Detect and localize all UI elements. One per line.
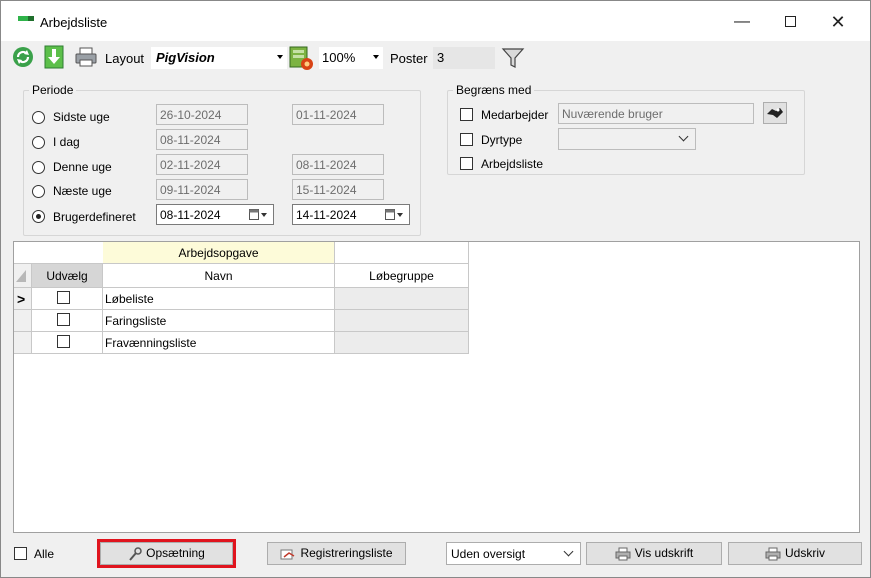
zoom-combo[interactable]: 100% [319, 47, 383, 69]
medarbejder-checkbox[interactable] [460, 108, 473, 121]
chevron-down-icon [563, 546, 574, 557]
radio-naeste-uge[interactable] [32, 185, 45, 198]
radio-sidste-uge[interactable] [32, 111, 45, 124]
registreringsliste-label: Registreringsliste [300, 546, 393, 560]
report-icon [280, 549, 295, 560]
layout-value: PigVision [156, 50, 215, 65]
i-dag-date: 08-11-2024 [156, 129, 248, 150]
maximize-button[interactable] [767, 7, 813, 37]
filter-icon[interactable] [501, 46, 525, 70]
medarbejder-label: Medarbejder [481, 108, 549, 122]
dyrtype-select [558, 128, 696, 150]
layout-settings-icon[interactable] [288, 45, 314, 70]
column-header-lobegruppe[interactable]: Løbegruppe [335, 264, 469, 288]
udskriv-button[interactable]: Udskriv [728, 542, 862, 565]
band-header-arbejdsopgave: Arbejdsopgave [103, 242, 335, 264]
row-select-checkbox[interactable] [57, 291, 70, 304]
layout-label: Layout [105, 51, 145, 66]
arbejdsliste-label: Arbejdsliste [481, 157, 544, 171]
dyrtype-label: Dyrtype [481, 133, 523, 147]
calendar-dropdown-icon[interactable] [249, 208, 267, 221]
row-select-checkbox[interactable] [57, 313, 70, 326]
row-lobegruppe[interactable] [335, 332, 469, 354]
brugerdefineret-to-value: 14-11-2024 [296, 208, 357, 222]
naeste-uge-from: 09-11-2024 [156, 179, 248, 200]
arbejdsliste-window: Arbejdsliste — ✕ Layout PigVision 100% P… [0, 0, 871, 578]
radio-denne-uge[interactable] [32, 161, 45, 174]
label-i-dag: I dag [53, 135, 80, 149]
row-navn[interactable]: Løbeliste [103, 288, 335, 310]
row-navn[interactable]: Fravænningsliste [103, 332, 335, 354]
denne-uge-from: 02-11-2024 [156, 154, 248, 175]
naeste-uge-to: 15-11-2024 [292, 179, 384, 200]
oversigt-select[interactable]: Uden oversigt [446, 542, 581, 565]
medarbejder-field: Nuværende bruger [558, 103, 754, 124]
select-user-button[interactable] [763, 102, 787, 124]
row-lobegruppe[interactable] [335, 310, 469, 332]
table-row [32, 332, 103, 354]
vis-udskrift-button[interactable]: Vis udskrift [586, 542, 722, 565]
radio-brugerdefineret[interactable] [32, 210, 45, 223]
udskriv-label: Udskriv [784, 546, 825, 560]
poster-count: 3 [433, 47, 495, 69]
handshake-icon [767, 108, 783, 118]
chevron-down-icon [678, 131, 689, 142]
printer-icon[interactable] [74, 45, 98, 69]
zoom-value: 100% [322, 50, 356, 65]
row-lobegruppe[interactable] [335, 288, 469, 310]
highlight-box [97, 539, 236, 568]
row-header [14, 332, 32, 354]
radio-i-dag[interactable] [32, 136, 45, 149]
table-row [32, 288, 103, 310]
column-header-navn[interactable]: Navn [103, 264, 335, 288]
sidste-uge-from: 26-10-2024 [156, 104, 248, 125]
close-button[interactable]: ✕ [815, 7, 861, 37]
row-navn[interactable]: Faringsliste [103, 310, 335, 332]
corner-select-all[interactable] [14, 264, 32, 288]
registreringsliste-button[interactable]: Registreringsliste [267, 542, 406, 565]
oversigt-value: Uden oversigt [451, 547, 526, 561]
vis-udskrift-label: Vis udskrift [634, 546, 694, 560]
layout-combo[interactable]: PigVision [151, 47, 287, 69]
current-row-indicator: > [14, 288, 32, 310]
print-preview-icon [615, 547, 631, 561]
row-header [14, 310, 32, 332]
alle-checkbox[interactable] [14, 547, 27, 560]
calendar-dropdown-icon[interactable] [385, 208, 403, 221]
brugerdefineret-to[interactable]: 14-11-2024 [292, 204, 410, 225]
chevron-down-icon [277, 55, 283, 59]
periode-legend: Periode [32, 83, 74, 97]
row-select-checkbox[interactable] [57, 335, 70, 348]
refresh-icon[interactable] [11, 45, 35, 69]
label-denne-uge: Denne uge [53, 160, 112, 174]
title-bar: Arbejdsliste — ✕ [1, 1, 870, 41]
sidste-uge-to: 01-11-2024 [292, 104, 384, 125]
alle-label: Alle [34, 547, 55, 561]
label-brugerdefineret: Brugerdefineret [53, 210, 136, 224]
printer-icon [765, 547, 781, 561]
column-header-udvaelg[interactable]: Udvælg [32, 264, 103, 288]
table-row [32, 310, 103, 332]
chevron-down-icon [373, 55, 379, 59]
begraens-legend: Begræns med [456, 83, 532, 97]
brugerdefineret-from[interactable]: 08-11-2024 [156, 204, 274, 225]
minimize-button[interactable]: — [719, 7, 765, 37]
window-title: Arbejdsliste [40, 15, 108, 30]
app-icon [18, 16, 34, 21]
poster-label: Poster [390, 51, 428, 66]
arbejdsliste-checkbox[interactable] [460, 157, 473, 170]
label-sidste-uge: Sidste uge [53, 110, 110, 124]
label-naeste-uge: Næste uge [53, 184, 112, 198]
download-arrow-icon[interactable] [43, 45, 65, 69]
denne-uge-to: 08-11-2024 [292, 154, 384, 175]
brugerdefineret-from-value: 08-11-2024 [160, 208, 221, 222]
task-grid: Arbejdsopgave Udvælg Navn Løbegruppe > L… [13, 241, 860, 533]
dyrtype-checkbox[interactable] [460, 133, 473, 146]
